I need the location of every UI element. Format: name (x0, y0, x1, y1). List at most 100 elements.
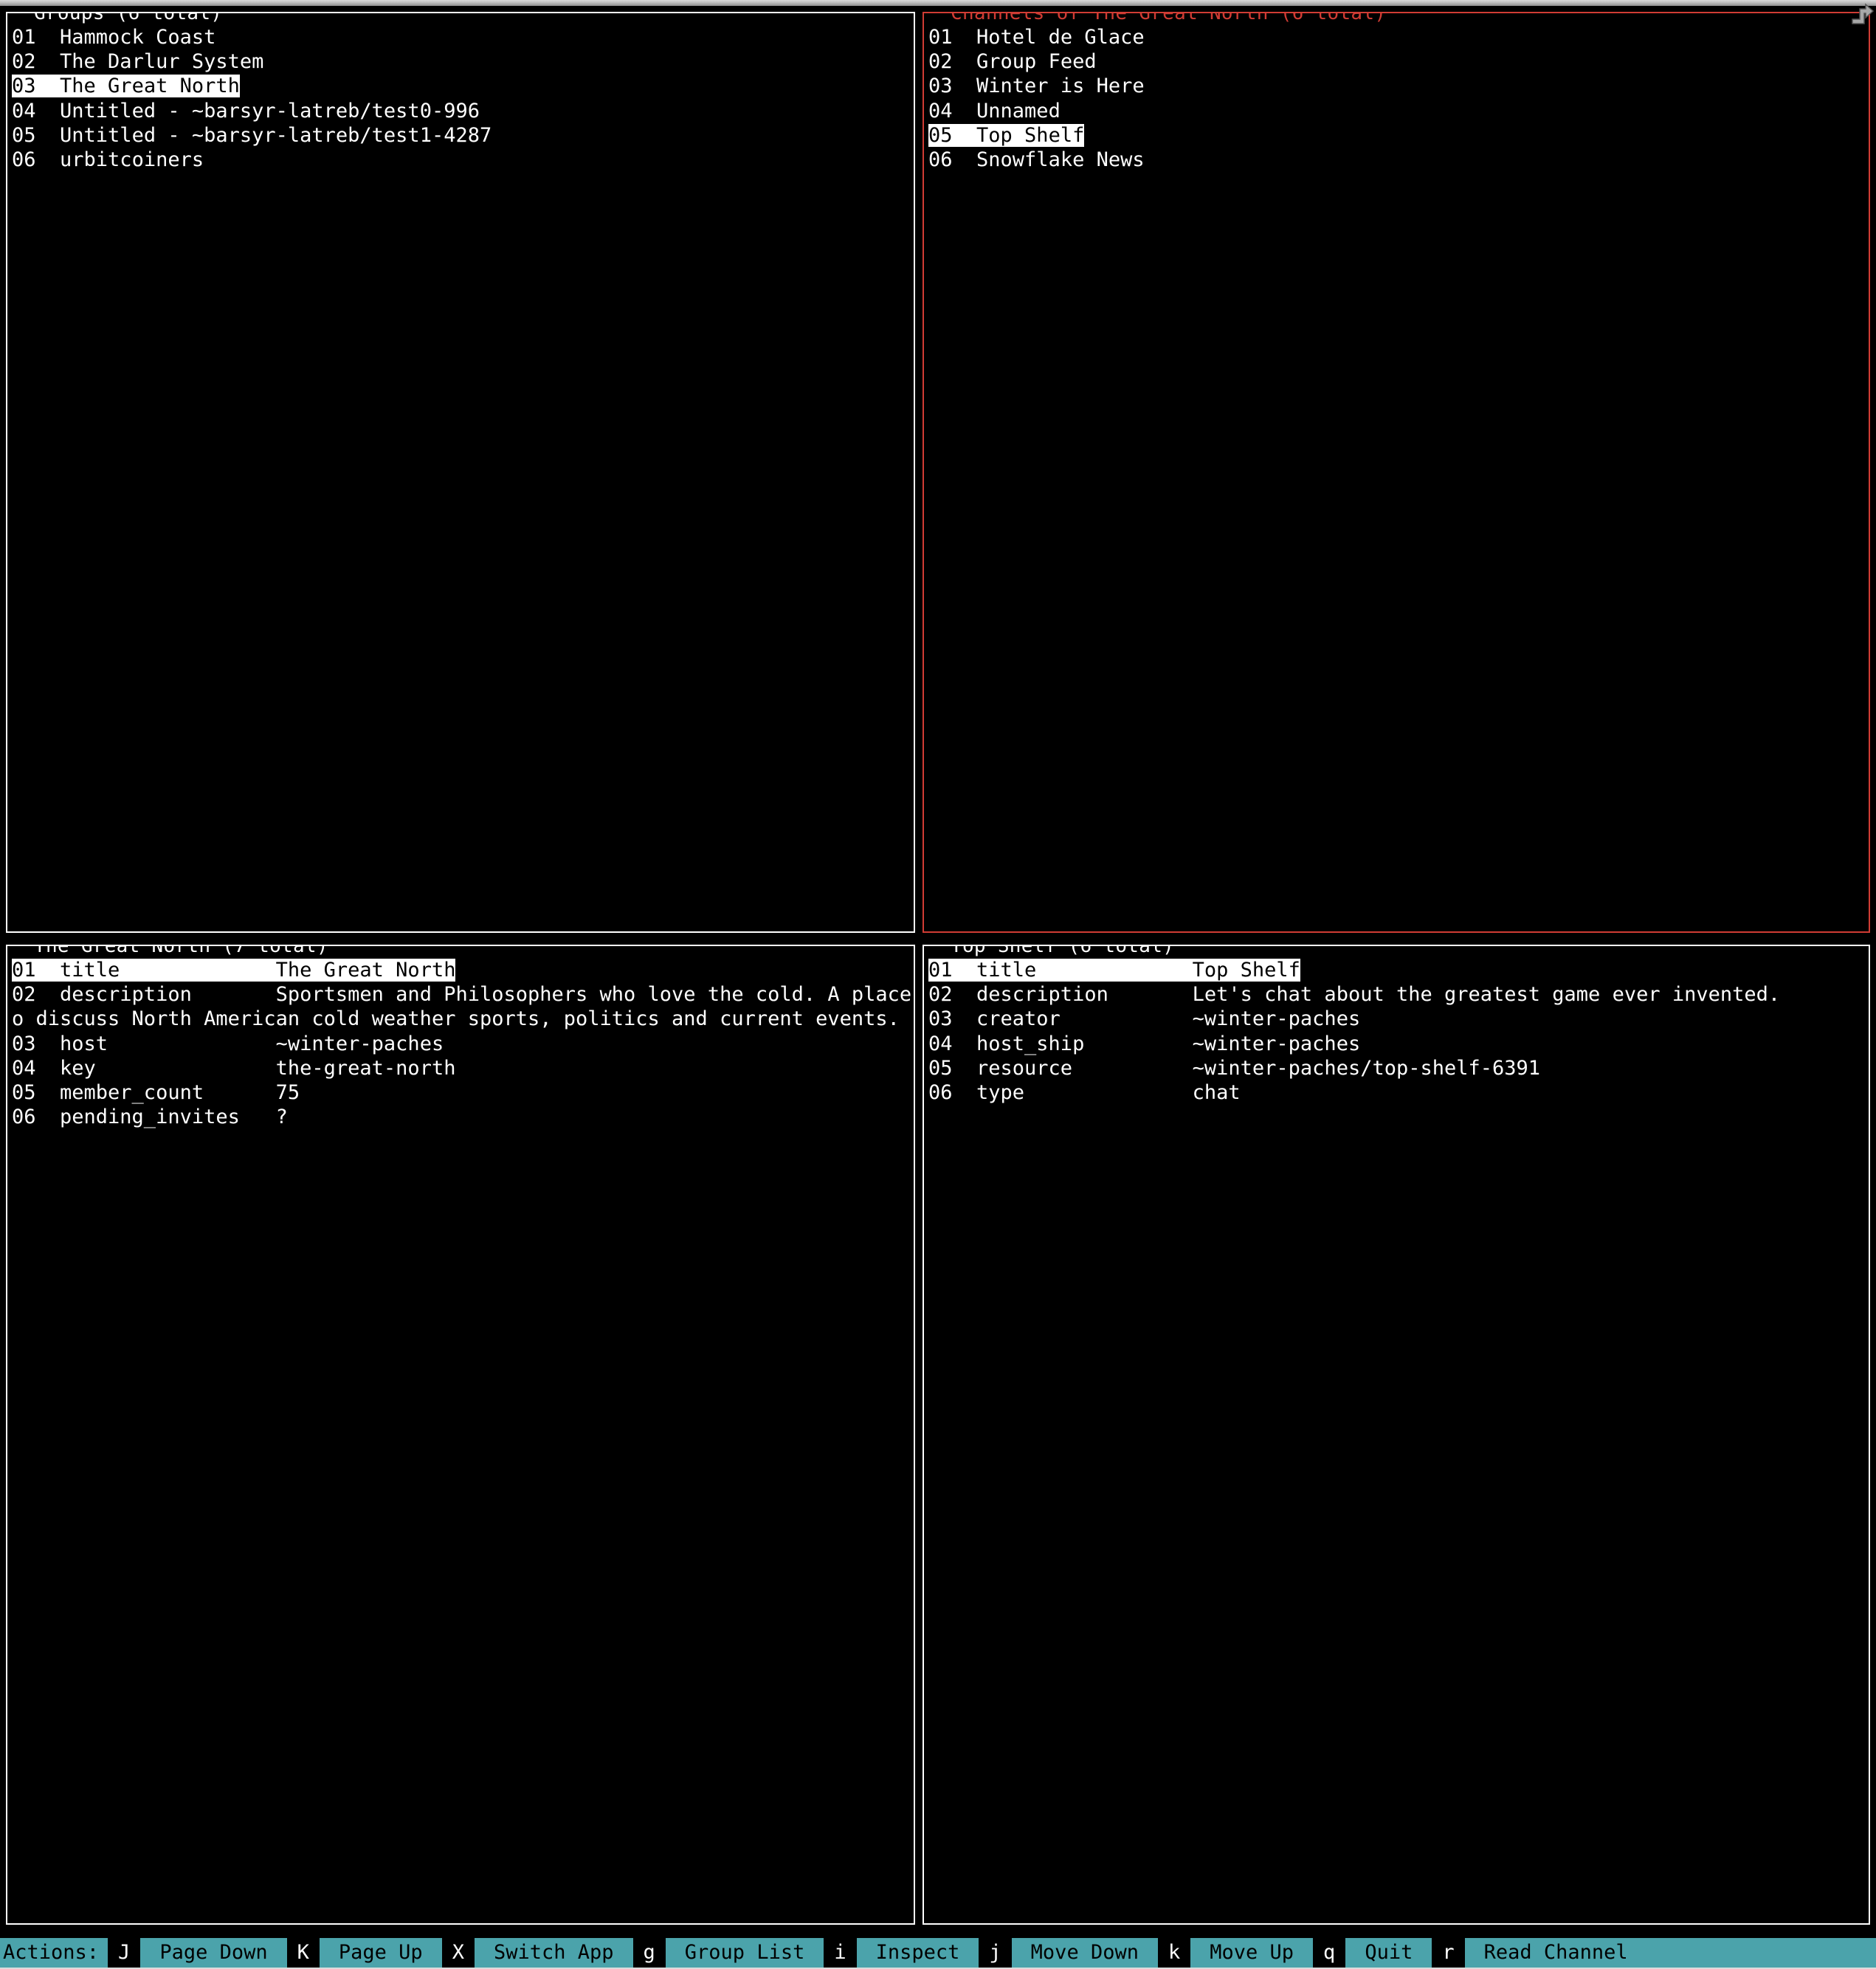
list-item-index: 02 (928, 50, 977, 74)
channel-detail-list[interactable]: 01 title Top Shelf 02 description Let's c… (924, 958, 1869, 1920)
table-row[interactable]: 03 creator ~winter-paches (928, 1007, 1869, 1031)
table-row[interactable]: 04 key the-great-north (12, 1056, 914, 1080)
table-row-value: ~winter-paches/top-shelf-6391 (1192, 1056, 1541, 1080)
channels-panel-title: Channels of The Great North (6 total) (943, 13, 1394, 24)
table-row-value: ~winter-paches (1192, 1007, 1361, 1031)
action-label-switch-app[interactable]: Switch App (474, 1938, 633, 1968)
table-row-value: ~winter-paches (275, 1032, 444, 1055)
action-key-page-down[interactable]: J (108, 1938, 141, 1968)
groups-panel[interactable]: Groups (6 total) 01 Hammock Coast 02 The … (6, 12, 915, 933)
table-row-value: the-great-north (275, 1056, 456, 1080)
list-item[interactable]: 01 Hotel de Glace (928, 25, 1869, 49)
table-row-continuation: o discuss North American cold weather sp… (12, 1007, 914, 1031)
table-row-key: 04 host_ship (928, 1032, 1193, 1055)
action-bar[interactable]: Actions: J Page Down K Page Up X Switch App g G… (0, 1938, 1876, 1968)
list-item-index: 06 (928, 148, 977, 171)
table-row[interactable]: 03 host ~winter-paches (12, 1032, 914, 1056)
list-item-label: The Darlur System (60, 50, 264, 74)
list-item-index: 05 (928, 123, 977, 147)
table-row-value-wrapped: o discuss North American cold weather sp… (12, 1007, 900, 1031)
table-row[interactable]: 01 title The Great North (12, 958, 914, 982)
table-row-key: 03 creator (928, 1007, 1193, 1031)
channels-panel[interactable]: Channels of The Great North (6 total) 01… (923, 12, 1870, 933)
group-detail-panel[interactable]: The Great North (7 total) 01 title The G… (6, 945, 915, 1925)
table-row-value: ~winter-paches (1192, 1032, 1361, 1055)
group-detail-panel-title: The Great North (7 total) (27, 946, 336, 957)
channel-detail-panel[interactable]: Top Shelf (6 total) 01 title Top Shelf 02… (923, 945, 1870, 1925)
list-item[interactable]: 02 Group Feed (928, 49, 1869, 74)
table-row-value: chat (1192, 1080, 1241, 1104)
action-label-page-down[interactable]: Page Down (140, 1938, 287, 1968)
action-label-read-channel[interactable]: Read Channel (1464, 1938, 1647, 1968)
list-item-label: Snowflake News (976, 148, 1145, 171)
list-item-label: Group Feed (976, 50, 1097, 74)
list-item[interactable]: 03 The Great North (12, 74, 914, 98)
list-item[interactable]: 05 Top Shelf (928, 123, 1869, 148)
list-item-index: 02 (12, 50, 61, 74)
action-key-read-channel[interactable]: r (1432, 1938, 1465, 1968)
table-row[interactable]: 05 member_count 75 (12, 1080, 914, 1105)
table-row-key: 02 description (928, 983, 1193, 1007)
groups-list[interactable]: 01 Hammock Coast 02 The Darlur System 03 T… (7, 25, 914, 928)
list-item-label: Untitled - ~barsyr-latreb/test0-996 (60, 99, 480, 123)
list-item-label: Hotel de Glace (976, 26, 1145, 49)
table-row-value: Let's chat about the greatest game ever … (1192, 983, 1781, 1007)
action-key-switch-app[interactable]: X (441, 1938, 475, 1968)
resize-grip-icon[interactable] (1849, 1, 1875, 27)
list-item-index: 03 (12, 75, 61, 98)
list-item-index: 04 (928, 99, 977, 123)
list-item-label: Unnamed (976, 99, 1061, 123)
list-item[interactable]: 06 urbitcoiners (12, 148, 914, 172)
action-label-move-down[interactable]: Move Down (1011, 1938, 1158, 1968)
list-item[interactable]: 03 Winter is Here (928, 74, 1869, 98)
list-item-index: 06 (12, 148, 61, 171)
channels-list[interactable]: 01 Hotel de Glace 02 Group Feed 03 Winter … (924, 25, 1869, 928)
table-row[interactable]: 06 pending_invites ? (12, 1105, 914, 1129)
list-item[interactable]: 04 Untitled - ~barsyr-latreb/test0-996 (12, 99, 914, 123)
list-item-index: 04 (12, 99, 61, 123)
action-label-inspect[interactable]: Inspect (856, 1938, 979, 1968)
table-row[interactable]: 04 host_ship ~winter-paches (928, 1032, 1869, 1056)
table-row-key: 03 host (12, 1032, 276, 1055)
action-label-page-up[interactable]: Page Up (319, 1938, 442, 1968)
groups-panel-title: Groups (6 total) (27, 13, 230, 24)
table-row-key: 05 member_count (12, 1080, 276, 1104)
table-row[interactable]: 02 description Let's chat about the grea… (928, 982, 1869, 1007)
table-row-value: Top Shelf (1192, 959, 1300, 982)
action-key-quit[interactable]: q (1313, 1938, 1346, 1968)
action-key-move-up[interactable]: k (1157, 1938, 1191, 1968)
list-item[interactable]: 01 Hammock Coast (12, 25, 914, 49)
table-row[interactable]: 02 description Sportsmen and Philosopher… (12, 982, 914, 1007)
list-item[interactable]: 02 The Darlur System (12, 49, 914, 74)
list-item-label: Top Shelf (976, 123, 1085, 147)
list-item[interactable]: 06 Snowflake News (928, 148, 1869, 172)
action-key-group-list[interactable]: g (632, 1938, 666, 1968)
list-item-index: 01 (928, 26, 977, 49)
action-key-move-down[interactable]: j (979, 1938, 1012, 1968)
table-row-value: ? (275, 1106, 288, 1129)
table-row[interactable]: 05 resource ~winter-paches/top-shelf-639… (928, 1056, 1869, 1080)
action-label-group-list[interactable]: Group List (665, 1938, 824, 1968)
table-row[interactable]: 06 type chat (928, 1080, 1869, 1105)
window-titlebar (0, 0, 1876, 6)
table-row-key: 05 resource (928, 1056, 1193, 1080)
action-key-inspect[interactable]: i (824, 1938, 857, 1968)
list-item-label: urbitcoiners (60, 148, 204, 171)
action-label-move-up[interactable]: Move Up (1190, 1938, 1314, 1968)
table-row-key: 01 title (12, 959, 276, 982)
list-item[interactable]: 05 Untitled - ~barsyr-latreb/test1-4287 (12, 123, 914, 148)
table-row-key: 02 description (12, 983, 276, 1007)
panel-grid: Groups (6 total) 01 Hammock Coast 02 The … (0, 6, 1876, 1938)
list-item-label: Hammock Coast (60, 26, 216, 49)
action-key-page-up[interactable]: K (286, 1938, 320, 1968)
list-item-index: 05 (12, 123, 61, 147)
table-row-key: 06 type (928, 1080, 1193, 1104)
group-detail-list[interactable]: 01 title The Great North 02 description S… (7, 958, 914, 1920)
list-item[interactable]: 04 Unnamed (928, 99, 1869, 123)
table-row[interactable]: 01 title Top Shelf (928, 958, 1869, 982)
action-label-quit[interactable]: Quit (1345, 1938, 1432, 1968)
table-row-key: 01 title (928, 959, 1193, 982)
table-row-key: 06 pending_invites (12, 1106, 276, 1129)
list-item-label: Untitled - ~barsyr-latreb/test1-4287 (60, 123, 492, 147)
list-item-index: 01 (12, 26, 61, 49)
